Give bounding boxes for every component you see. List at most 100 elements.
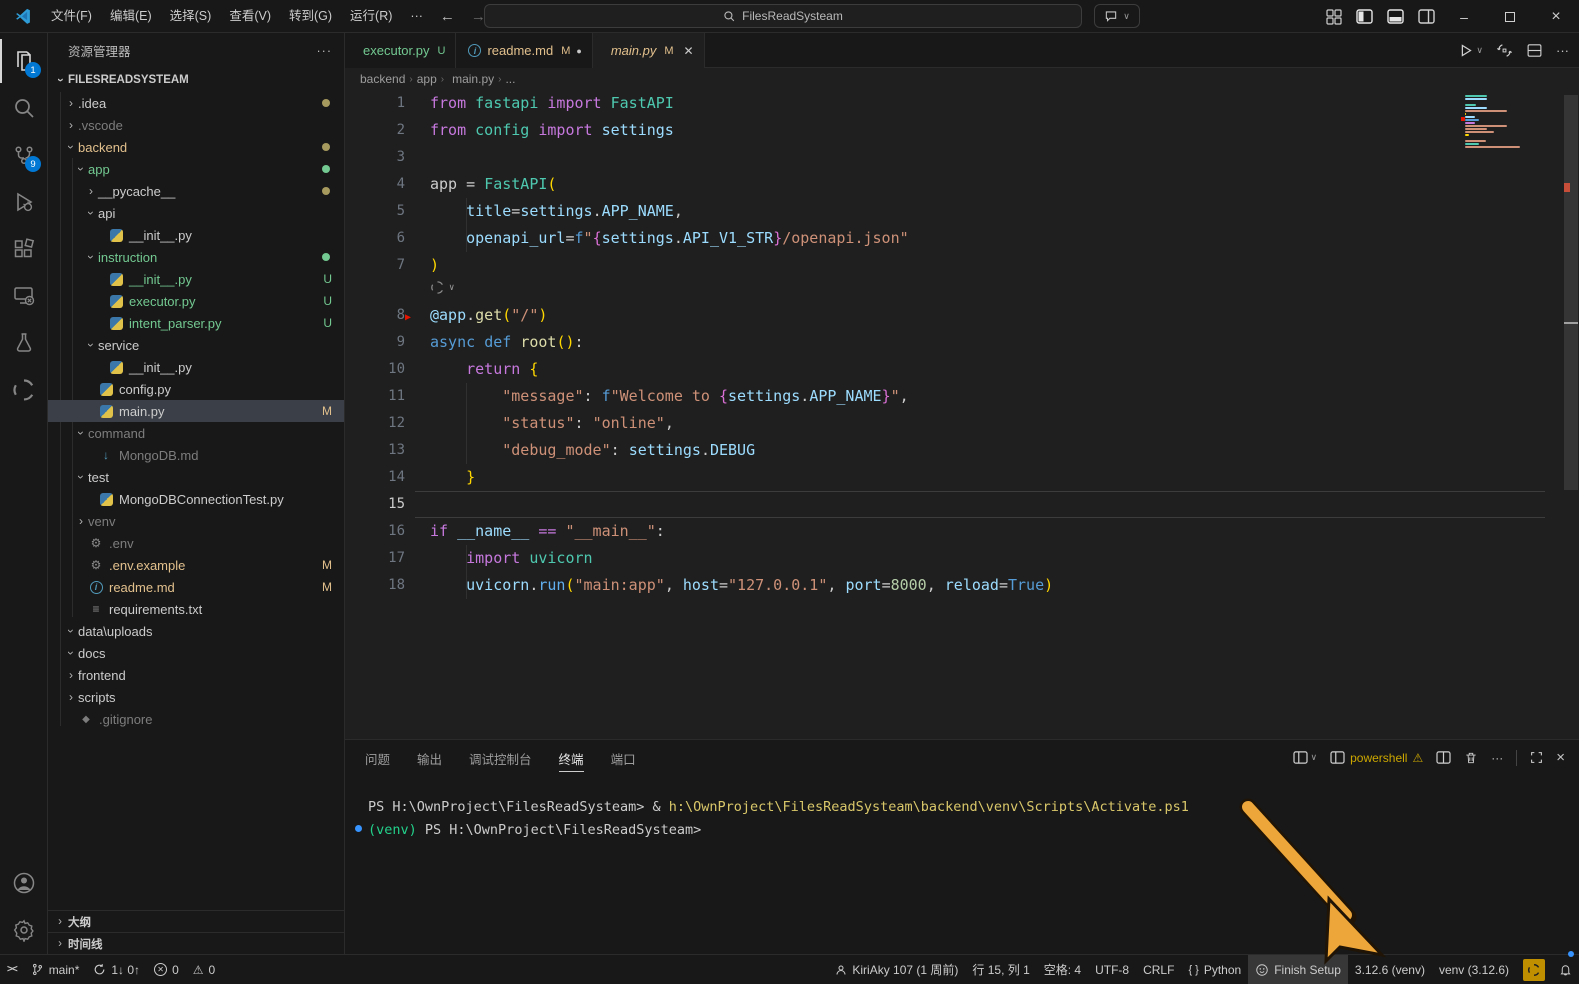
breadcrumb-item-backend[interactable]: backend [360,72,405,86]
minimize-button[interactable]: – [1441,0,1487,33]
tree-file-__init__.py[interactable]: __init__.py [48,356,344,378]
tree-folder-.idea[interactable]: ›.idea [48,92,344,114]
sidebar-section-时间线[interactable]: ›时间线 [48,932,344,954]
maximize-button[interactable] [1487,0,1533,33]
tree-file-.gitignore[interactable]: ◆.gitignore [48,708,344,730]
tree-folder-scripts[interactable]: ›scripts [48,686,344,708]
status-main-[interactable]: main* [24,955,87,984]
tree-folder-.vscode[interactable]: ›.vscode [48,114,344,136]
breadcrumb[interactable]: backend›app›main.py›... [345,68,1579,90]
tree-folder-__pycache__[interactable]: ›__pycache__ [48,180,344,202]
toggle-secondary-sidebar-icon[interactable] [1418,9,1435,24]
tree-file-MongoDB.md[interactable]: ↓MongoDB.md [48,444,344,466]
tree-file-main.py[interactable]: main.pyM [48,400,344,422]
activity-copilot[interactable] [0,368,48,412]
panel-tab-输出[interactable]: 输出 [417,749,442,768]
tree-file-__init__.py[interactable]: __init__.py [48,224,344,246]
status-行-15--列-1[interactable]: 行 15, 列 1 [965,955,1036,984]
nav-back-icon[interactable]: ← [432,8,463,25]
tree-folder-command[interactable]: ›command [48,422,344,444]
activity-account[interactable] [0,861,48,905]
close-panel-icon[interactable]: × [1556,749,1565,766]
status-0[interactable]: ✕0 [147,955,186,984]
activity-explorer[interactable]: 1 [0,39,48,83]
terminal-instance-item[interactable]: powershell ⚠ [1330,751,1423,765]
close-button[interactable]: × [1533,0,1579,33]
activity-search[interactable] [0,86,48,130]
tree-folder-api[interactable]: ›api [48,202,344,224]
copilot-inline-widget[interactable]: ∨ [430,280,454,295]
copilot-chat-button[interactable]: ∨ [1094,4,1140,28]
kill-terminal-trash-icon[interactable] [1464,751,1478,765]
breadcrumb-item-main.py[interactable]: main.py [448,72,494,86]
tree-file-.env[interactable]: ⚙.env [48,532,344,554]
terminal-output[interactable]: PS H:\OwnProject\FilesReadSysteam> & h:\… [368,796,1189,842]
tree-folder-service[interactable]: ›service [48,334,344,356]
menu-item-查看(V)[interactable]: 查看(V) [220,5,280,27]
panel-tab-端口[interactable]: 端口 [611,749,636,768]
tree-file-executor.py[interactable]: executor.pyU [48,290,344,312]
toggle-sidebar-icon[interactable] [1356,9,1373,24]
panel-tab-终端[interactable]: 终端 [559,749,584,772]
tab-main.py[interactable]: main.pyM✕ [593,33,705,68]
tree-folder-instruction[interactable]: ›instruction [48,246,344,268]
maximize-panel-icon[interactable] [1530,751,1543,764]
status-yellow-ext[interactable] [1516,955,1552,984]
sidebar-section-大纲[interactable]: ›大纲 [48,910,344,932]
split-terminal-icon[interactable] [1436,751,1451,764]
open-changes-icon[interactable] [1496,42,1513,59]
dirty-dot-icon[interactable]: ● [576,46,581,56]
status-KiriAky-107--1-周前-[interactable]: KiriAky 107 (1 周前) [828,955,965,984]
terminal-command-decoration[interactable] [355,825,362,832]
tree-file-.env.example[interactable]: ⚙.env.exampleM [48,554,344,576]
breadcrumb-item-...[interactable]: ... [505,72,515,86]
activity-remote-explorer[interactable] [0,274,48,318]
tree-folder-app[interactable]: ›app [48,158,344,180]
status-UTF-8[interactable]: UTF-8 [1088,955,1136,984]
menu-item-···[interactable]: ··· [401,5,432,27]
activity-settings[interactable] [0,908,48,952]
editor-scrollbar[interactable] [1564,95,1578,490]
status-3-12-6--venv-[interactable]: 3.12.6 (venv) [1348,955,1432,984]
menu-item-运行(R)[interactable]: 运行(R) [341,5,401,27]
close-tab-icon[interactable]: ✕ [684,44,694,58]
menu-item-选择(S)[interactable]: 选择(S) [161,5,221,27]
status-Finish-Setup[interactable]: Finish Setup [1248,955,1348,984]
sidebar-more-actions-icon[interactable]: ··· [317,44,333,58]
breakpoint-marker-icon[interactable]: ▶ [405,312,411,323]
status-venv--3-12-6-[interactable]: venv (3.12.6) [1432,955,1516,984]
customize-layout-icon[interactable] [1326,9,1342,25]
status-bell[interactable] [1552,955,1579,984]
editor-more-actions-icon[interactable]: ··· [1556,43,1569,58]
status-1--0-[interactable]: 1↓ 0↑ [86,955,147,984]
activity-extensions[interactable] [0,227,48,271]
panel-tab-调试控制台[interactable]: 调试控制台 [469,749,532,768]
activity-testing[interactable] [0,321,48,365]
split-editor-icon[interactable] [1526,42,1543,59]
tree-folder-backend[interactable]: ›backend [48,136,344,158]
status-remote[interactable]: >< [0,955,24,984]
status-0[interactable]: ⚠0 [186,955,222,984]
code-editor[interactable]: ▶ ∨ 1from fastapi import FastAPI2from co… [345,90,1560,739]
activity-source-control[interactable]: 9 [0,133,48,177]
tree-file-requirements.txt[interactable]: ≡requirements.txt [48,598,344,620]
menu-item-文件(F)[interactable]: 文件(F) [42,5,101,27]
workspace-section-header[interactable]: › FILESREADSYSTEAM [48,68,344,92]
tree-folder-frontend[interactable]: ›frontend [48,664,344,686]
tab-executor.py[interactable]: executor.pyU [345,33,456,68]
status-CRLF[interactable]: CRLF [1136,955,1181,984]
tree-folder-test[interactable]: ›test [48,466,344,488]
new-terminal-button[interactable]: ∨ [1293,751,1318,764]
panel-tab-问题[interactable]: 问题 [365,749,390,768]
tree-file-config.py[interactable]: config.py [48,378,344,400]
tree-file-readme.md[interactable]: ireadme.mdM [48,576,344,598]
breadcrumb-item-app[interactable]: app [417,72,437,86]
menu-item-编辑(E)[interactable]: 编辑(E) [101,5,161,27]
status-Python[interactable]: { }Python [1181,955,1248,984]
tree-folder-venv[interactable]: ›venv [48,510,344,532]
tree-file-MongoDBConnectionTest.py[interactable]: MongoDBConnectionTest.py [48,488,344,510]
menu-item-转到(G)[interactable]: 转到(G) [280,5,341,27]
tree-file-intent_parser.py[interactable]: intent_parser.pyU [48,312,344,334]
tree-folder-docs[interactable]: ›docs [48,642,344,664]
status-空格--4[interactable]: 空格: 4 [1037,955,1088,984]
